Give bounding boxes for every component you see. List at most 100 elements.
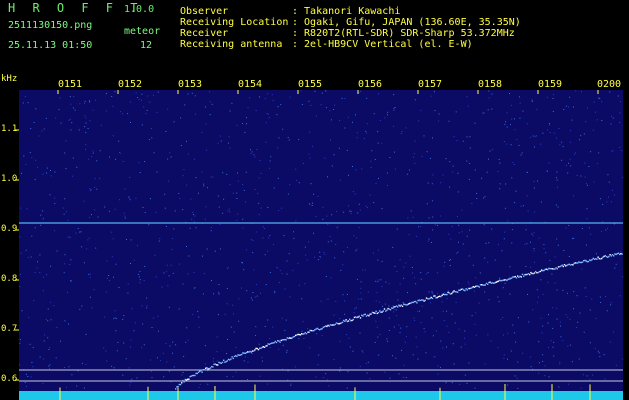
noise-pixel	[436, 272, 438, 274]
noise-pixel	[243, 269, 245, 271]
noise-pixel	[237, 180, 239, 182]
noise-pixel	[236, 219, 238, 221]
trace-point	[377, 311, 380, 314]
noise-pixel	[595, 111, 596, 113]
trace-point	[578, 261, 580, 263]
noise-pixel	[366, 132, 367, 134]
noise-pixel	[120, 111, 121, 113]
trace-point	[596, 258, 598, 260]
trace-point	[257, 348, 260, 351]
noise-pixel	[324, 253, 326, 255]
trace-point	[314, 329, 316, 331]
noise-pixel	[457, 282, 459, 284]
trace-point	[401, 305, 404, 307]
noise-pixel	[172, 352, 173, 354]
noise-pixel	[277, 106, 279, 108]
noise-pixel	[504, 207, 506, 209]
noise-pixel	[124, 215, 126, 217]
trace-point	[247, 351, 249, 353]
noise-pixel	[104, 316, 106, 318]
trace-point	[307, 331, 309, 333]
noise-pixel	[269, 338, 271, 339]
noise-pixel	[104, 206, 106, 208]
noise-pixel	[536, 289, 538, 291]
trace-point	[323, 326, 326, 328]
trace-point	[489, 281, 491, 283]
trace-point	[482, 284, 484, 286]
noise-pixel	[605, 229, 607, 231]
noise-pixel	[55, 357, 57, 359]
trace-point	[537, 271, 539, 274]
noise-pixel	[40, 224, 42, 226]
noise-pixel	[182, 372, 184, 373]
noise-pixel	[108, 210, 110, 212]
noise-pixel	[567, 172, 569, 174]
noise-pixel	[126, 239, 127, 240]
trace-point	[608, 255, 610, 258]
noise-pixel	[462, 243, 464, 245]
noise-pixel	[87, 239, 89, 241]
noise-pixel	[577, 321, 579, 323]
trace-point	[326, 325, 328, 328]
noise-pixel	[112, 105, 114, 107]
trace-point	[416, 302, 418, 304]
trace-point	[341, 321, 344, 324]
trace-point	[184, 378, 186, 381]
noise-pixel	[253, 269, 255, 271]
noise-pixel	[48, 365, 50, 367]
noise-pixel	[125, 358, 127, 360]
noise-pixel	[278, 137, 280, 139]
noise-pixel	[423, 328, 425, 330]
trace-point	[260, 347, 262, 349]
trace-point	[587, 260, 590, 263]
noise-pixel	[612, 150, 614, 152]
noise-pixel	[262, 237, 264, 239]
noise-pixel	[305, 254, 307, 256]
noise-pixel	[183, 355, 185, 357]
noise-pixel	[293, 231, 294, 233]
noise-pixel	[81, 246, 83, 248]
noise-pixel	[534, 261, 535, 263]
trace-point	[287, 337, 290, 340]
noise-pixel	[481, 177, 483, 179]
noise-pixel	[235, 347, 237, 348]
noise-pixel	[69, 236, 71, 238]
noise-pixel	[156, 357, 158, 359]
noise-pixel	[559, 361, 561, 363]
noise-pixel	[325, 107, 327, 109]
noise-pixel	[562, 340, 564, 342]
noise-pixel	[393, 110, 395, 111]
noise-pixel	[468, 255, 470, 257]
noise-pixel	[377, 131, 379, 133]
noise-pixel	[168, 275, 170, 277]
trace-point	[207, 368, 209, 370]
trace-point	[395, 305, 398, 307]
noise-pixel	[505, 121, 506, 123]
trace-point	[439, 295, 441, 297]
noise-pixel	[532, 309, 534, 311]
trace-point	[249, 350, 251, 353]
noise-pixel	[474, 323, 476, 325]
noise-pixel	[301, 298, 303, 300]
trace-point	[521, 273, 524, 276]
noise-pixel	[141, 347, 142, 349]
noise-pixel	[115, 330, 117, 332]
noise-pixel	[106, 260, 108, 262]
trace-point	[374, 312, 376, 314]
trace-point	[269, 343, 272, 345]
noise-pixel	[87, 128, 89, 129]
noise-pixel	[494, 259, 496, 261]
noise-pixel	[232, 376, 234, 378]
noise-pixel	[287, 137, 289, 138]
noise-pixel	[581, 91, 582, 93]
noise-pixel	[425, 352, 427, 354]
noise-pixel	[150, 198, 151, 200]
trace-point	[233, 355, 236, 358]
noise-pixel	[298, 284, 300, 286]
noise-pixel	[590, 233, 592, 235]
noise-pixel	[468, 283, 470, 285]
noise-pixel	[33, 300, 35, 302]
noise-pixel	[376, 326, 378, 328]
noise-pixel	[504, 231, 506, 233]
noise-pixel	[573, 308, 574, 310]
